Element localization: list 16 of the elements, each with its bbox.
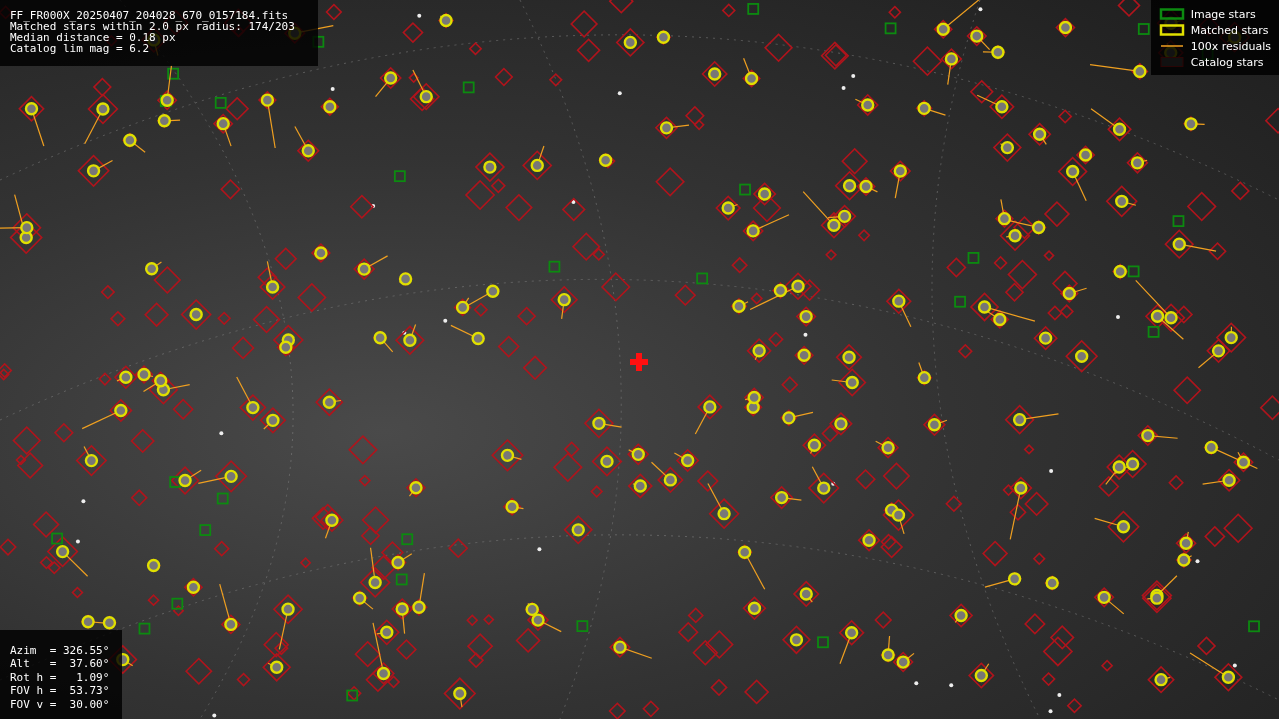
matched-legend-icon bbox=[1158, 24, 1185, 36]
info-text: Median distance = 0.18 px bbox=[10, 32, 176, 43]
catalog-legend-icon bbox=[1158, 56, 1185, 68]
pointing-text: Alt = 37.60° bbox=[10, 657, 111, 671]
legend-label: Catalog stars bbox=[1190, 55, 1264, 69]
legend-label: 100x residuals bbox=[1190, 39, 1271, 53]
info-text: Catalog lim mag = 6.2 bbox=[10, 43, 151, 54]
image-legend-icon bbox=[1158, 8, 1185, 20]
info-text: Matched stars within 2.0 px radius: 174/203 bbox=[10, 21, 296, 32]
pointing-text: FOV h = 53.73° bbox=[10, 684, 111, 698]
pointing-text: FOV v = 30.00° bbox=[10, 697, 111, 711]
legend-label: Matched stars bbox=[1190, 23, 1269, 37]
legend-label: Image stars bbox=[1190, 7, 1256, 21]
pointing-text: Azim = 326.55° bbox=[10, 643, 111, 657]
info-text: FF_FR000X_20250407_204028_670_0157184.fits bbox=[10, 10, 290, 21]
pointing-text: Rot h = 1.09° bbox=[10, 670, 111, 684]
